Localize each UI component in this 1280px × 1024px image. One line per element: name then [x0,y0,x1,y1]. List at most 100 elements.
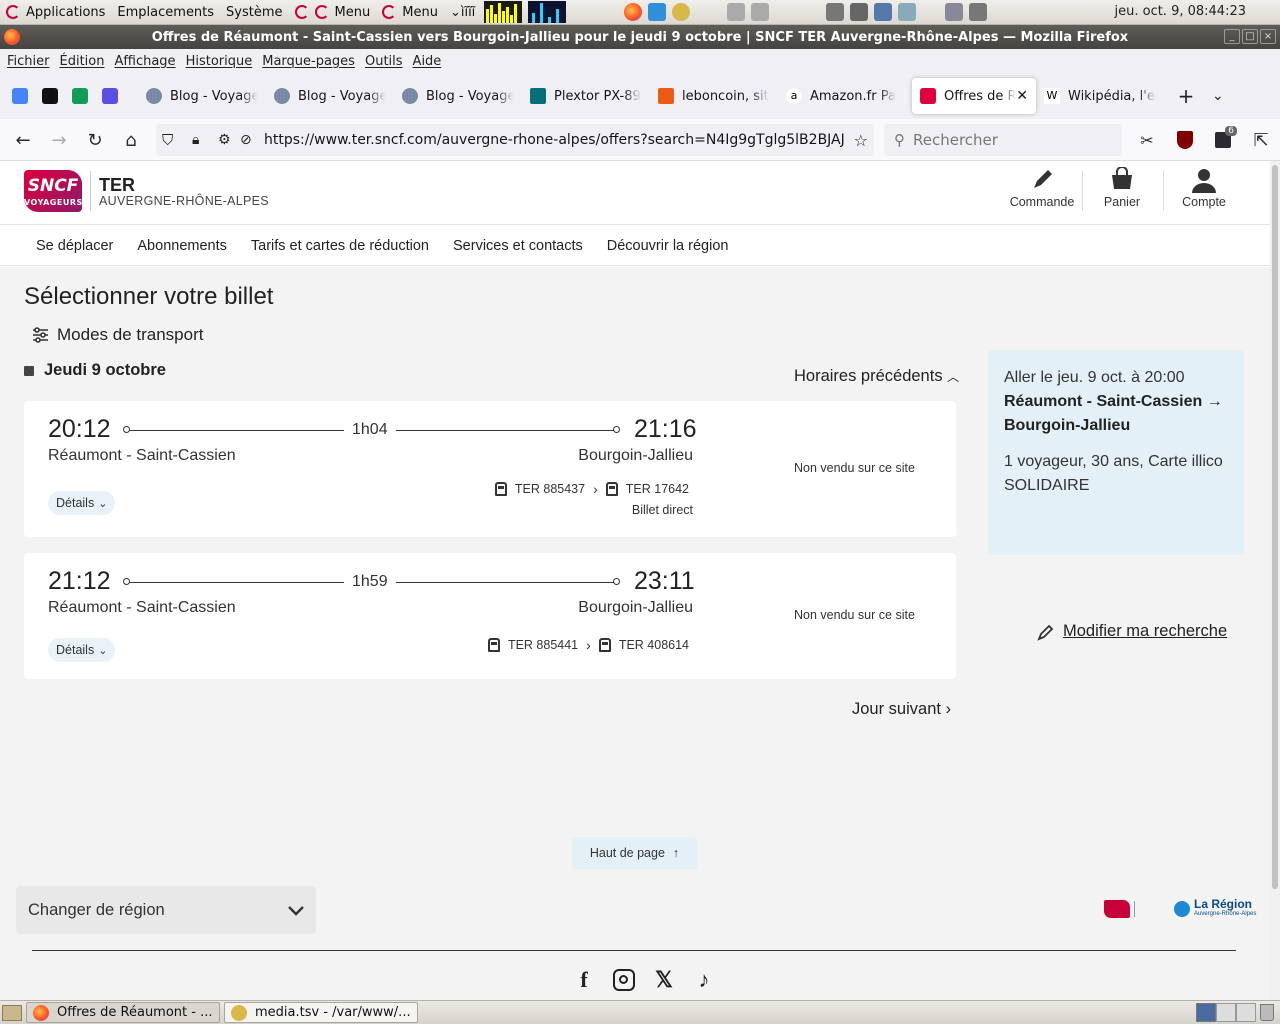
globe-icon [146,88,162,104]
bus-icon [598,638,611,652]
close-window-button[interactable]: × [1260,29,1276,44]
pinned-tab-calendar[interactable] [6,82,34,110]
clock[interactable]: jeu. oct. 9, 08:44:23 [1115,4,1247,19]
panel-menu-button-2[interactable]: Menu [376,0,444,25]
workspace-1[interactable] [1196,1003,1216,1022]
details-button[interactable]: Détails ⌄ [48,491,116,515]
wikipedia-icon: W [1044,88,1060,104]
maximize-button[interactable]: □ [1242,29,1258,44]
amazon-icon: a [786,88,802,104]
nav-tarifs[interactable]: Tarifs et cartes de réduction [239,238,441,254]
transport-modes-button[interactable]: Modes de transport [32,325,203,345]
menu-edition[interactable]: Édition [55,54,110,69]
menu-marque-pages[interactable]: Marque-pages [257,54,360,69]
volume-icon[interactable] [850,3,869,21]
scrollbar-thumb[interactable] [1272,165,1278,889]
url-text[interactable]: https://www.ter.sncf.com/auvergne-rhone-… [264,132,844,148]
nav-se-deplacer[interactable]: Se déplacer [24,238,125,254]
menu-affichage[interactable]: Affichage [109,54,180,69]
previous-hours-button[interactable]: Horaires précédents ︿ [794,367,959,386]
pinned-tab-m[interactable] [36,82,64,110]
nav-abonnements[interactable]: Abonnements [125,238,238,254]
magnifier-icon[interactable] [874,3,893,21]
nav-services[interactable]: Services et contacts [441,238,595,254]
pinned-tab-sheets[interactable] [66,82,94,110]
ublock-icon[interactable] [1170,125,1200,155]
panel-menu-button-1[interactable]: Menu [289,0,377,25]
tiktok-icon[interactable]: ♪ [684,965,724,995]
share-icon[interactable]: ⇱ [1246,125,1276,155]
tab-blog-1[interactable]: Blog - Voyage [138,78,266,114]
tab-blog-3[interactable]: Blog - Voyage [394,78,522,114]
nav-decouvrir[interactable]: Découvrir la région [595,238,741,254]
places-menu[interactable]: Emplacements [111,0,220,25]
speaker-icon[interactable] [969,3,988,21]
tab-wikipedia[interactable]: W Wikipédia, l'er [1036,78,1164,114]
tracking-off-icon[interactable]: ⊘ [240,132,252,148]
applications-menu[interactable]: Applications [0,0,111,25]
order-button[interactable]: Commande [1002,161,1082,225]
show-desktop-icon[interactable] [2,1004,22,1021]
cart-button[interactable]: Panier [1082,161,1162,225]
permissions-icon[interactable]: ⚙ [218,132,231,148]
battery-icon[interactable] [898,3,917,21]
screenshot-extension-icon[interactable]: ✂ [1132,125,1162,155]
system-menu[interactable]: Système [220,0,288,25]
next-day-button[interactable]: Jour suivant › [852,700,951,719]
pinned-tab-h[interactable] [96,82,124,110]
firefox-launcher-icon[interactable] [624,3,643,21]
minimize-button[interactable]: _ [1224,29,1240,44]
home-icon[interactable]: ⌂ [116,125,146,155]
tab-sncf-active[interactable]: Offres de Ré ✕ [912,78,1036,114]
chevron-down-icon [288,906,304,916]
journey-card[interactable]: 20:12 1h04 21:16 Réaumont - Saint-Cassie… [24,401,956,537]
web-page: SNCF VOYAGEURS TER AUVERGNE-RHÔNE-ALPES … [0,161,1270,1000]
back-to-top-button[interactable]: Haut de page ↑ [572,837,697,869]
workspace-3[interactable] [1236,1003,1256,1022]
modify-search-link[interactable]: Modifier ma recherche [1037,622,1227,641]
printer-icon[interactable] [727,3,746,21]
task-firefox[interactable]: Offres de Réaumont - ... [26,1002,220,1023]
x-twitter-icon[interactable]: 𝕏 [644,965,684,995]
tab-amazon[interactable]: a Amazon.fr Pa [778,78,906,114]
forward-arrow-icon[interactable]: → [44,125,74,155]
new-tab-icon[interactable]: + [1172,84,1200,108]
region-select[interactable]: Changer de région [16,886,316,934]
workspace-2[interactable] [1216,1003,1236,1022]
sncf-logo[interactable]: SNCF VOYAGEURS [24,170,82,212]
tab-blog-2[interactable]: Blog - Voyage [266,78,394,114]
task-editor[interactable]: media.tsv - /var/www/... [224,1002,418,1023]
account-button[interactable]: Compte [1164,161,1244,225]
instagram-icon[interactable] [604,965,644,995]
printer-icon[interactable] [751,3,770,21]
firefox-icon [33,1004,49,1021]
gimp-launcher-icon[interactable] [672,3,691,21]
extensions-icon[interactable]: 6 [1208,125,1238,155]
menu-fichier[interactable]: Fichier [2,54,55,69]
chevron-right-icon: › [593,481,598,497]
menu-historique[interactable]: Historique [181,54,258,69]
tab-list-chevron-icon[interactable]: ⌄ [1212,88,1224,104]
menu-outils[interactable]: Outils [360,54,408,69]
menu-aide[interactable]: Aide [408,54,447,69]
ter-brand[interactable]: TER [99,175,135,196]
url-bar[interactable]: ⛉ 🔒︎ ⚙ ⊘ https://www.ter.sncf.com/auverg… [156,124,874,156]
lock-icon[interactable]: 🔒︎ [192,132,199,148]
page-scrollbar[interactable] [1270,161,1280,1000]
reload-icon[interactable]: ↻ [80,125,110,155]
shield-icon[interactable]: ⛉ [162,131,173,149]
facebook-icon[interactable]: f [564,965,604,995]
screen-icon[interactable] [826,3,845,21]
back-arrow-icon[interactable]: ← [8,125,38,155]
close-tab-icon[interactable]: ✕ [1016,88,1028,104]
trash-icon[interactable] [1260,1004,1274,1021]
tab-plextor[interactable]: Plextor PX-89 [522,78,650,114]
journey-card[interactable]: 21:12 1h59 23:11 Réaumont - Saint-Cassie… [24,553,956,679]
sleep-icon[interactable] [945,3,964,21]
tab-leboncoin[interactable]: leboncoin, sit [650,78,778,114]
search-input[interactable]: ⚲ Rechercher [884,124,1122,156]
keyboard-indicator[interactable]: ⌄ ìĩĩĩ [444,0,481,25]
bookmark-star-icon[interactable]: ☆ [854,131,868,150]
vs-launcher-icon[interactable] [648,3,667,21]
details-button[interactable]: Détails ⌄ [48,638,116,662]
